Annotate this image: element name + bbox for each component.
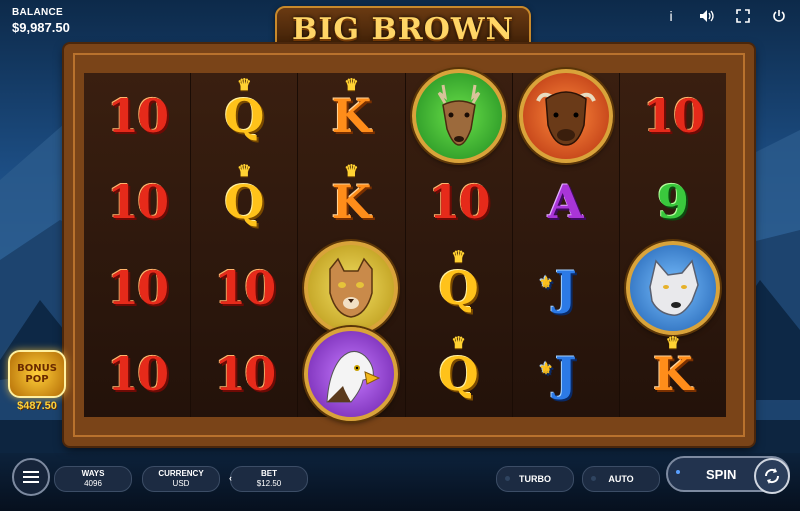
refresh-icon xyxy=(764,468,780,484)
symbol-10: 10 xyxy=(428,175,491,229)
symbol-deer xyxy=(406,69,512,163)
reel-2: ♛ Q ♛ Q 10 10 xyxy=(191,73,299,417)
crown-icon: ♛ xyxy=(665,333,681,352)
reel-grid: 10 10 10 10 ♛ Q ♛ Q 10 10 ♛ K ♛ K 10 ♛ Q… xyxy=(84,69,727,421)
symbol-cougar xyxy=(298,241,404,335)
crown-icon: ♛ xyxy=(237,75,252,94)
ways-label: WAYS xyxy=(81,469,105,478)
balance-label: BALANCE xyxy=(12,7,63,18)
symbol-10: 10 xyxy=(107,347,169,401)
bet-value: $12.50 xyxy=(256,479,282,488)
reel-1: 10 10 10 10 xyxy=(84,73,192,417)
bonus-pop-badge: BONUS POP xyxy=(8,350,66,398)
crown-icon: ♛ xyxy=(237,161,252,180)
spin-circle-button[interactable] xyxy=(754,458,790,494)
reel-5: A ⚜ J ⚜ J xyxy=(512,69,620,417)
bet-selector[interactable]: ‹ BET $12.50 xyxy=(229,466,308,492)
reel-6: 10 9 ♛ K xyxy=(619,73,727,417)
turbo-toggle[interactable]: TURBO xyxy=(496,466,574,492)
reel-4: 10 ♛ Q ♛ Q xyxy=(405,69,513,417)
reel-3: ♛ K ♛ K xyxy=(298,73,406,421)
power-icon[interactable] xyxy=(768,5,790,27)
symbol-wolf xyxy=(620,241,726,335)
symbol-eagle xyxy=(298,327,404,421)
crown-icon: ♛ xyxy=(344,75,359,94)
symbol-10: 10 xyxy=(107,175,169,229)
crown-icon: ♛ xyxy=(344,161,359,180)
spin-label: SPIN xyxy=(706,466,737,482)
symbol-bison xyxy=(513,69,619,163)
symbol-q: ♛ Q xyxy=(438,247,479,315)
chevron-left-icon[interactable]: ‹ xyxy=(229,473,232,483)
top-icons: i xyxy=(660,5,790,27)
auto-label: AUTO xyxy=(608,474,634,484)
symbol-j: ⚜ J xyxy=(538,261,577,315)
ways-value: 4096 xyxy=(84,479,102,488)
symbol-9: 9 xyxy=(656,175,689,229)
symbol-10: 10 xyxy=(107,89,169,143)
currency-value: USD xyxy=(172,479,190,488)
bonus-line-1: BONUS xyxy=(17,363,57,374)
cougar-icon xyxy=(304,241,399,335)
symbol-10: 10 xyxy=(214,347,276,401)
menu-button[interactable] xyxy=(12,458,50,496)
currency-label: CURRENCY xyxy=(158,469,204,478)
symbol-10: 10 xyxy=(214,261,276,315)
symbol-j: ⚜ J xyxy=(538,347,577,401)
symbol-k: ♛ K xyxy=(331,75,372,143)
symbol-k: ♛ K xyxy=(331,161,372,229)
wolf-icon xyxy=(625,241,720,335)
toggle-indicator xyxy=(591,476,596,481)
symbol-q: ♛ Q xyxy=(438,333,479,401)
spin-indicator xyxy=(676,470,680,474)
sound-icon[interactable] xyxy=(696,5,718,27)
symbol-10: 10 xyxy=(107,261,169,315)
crown-icon: ♛ xyxy=(451,333,466,352)
symbol-k: ♛ K xyxy=(652,333,693,401)
deer-icon xyxy=(411,69,506,163)
symbol-q: ♛ Q xyxy=(224,161,265,229)
bet-label: BET xyxy=(261,469,277,478)
symbol-q: ♛ Q xyxy=(224,75,265,143)
info-icon[interactable]: i xyxy=(660,5,682,27)
fleur-de-lis-icon: ⚜ xyxy=(538,273,554,292)
hamburger-icon xyxy=(23,471,39,483)
auto-spin-button[interactable]: AUTO xyxy=(582,466,660,492)
balance-value: $9,987.50 xyxy=(12,20,70,35)
ways-display: WAYS 4096 xyxy=(54,466,132,492)
bonus-pop-meter: BONUS POP $487.50 xyxy=(8,350,66,420)
bison-icon xyxy=(518,69,613,163)
crown-icon: ♛ xyxy=(451,247,466,266)
toggle-indicator xyxy=(505,476,510,481)
turbo-label: TURBO xyxy=(519,474,551,484)
currency-selector[interactable]: CURRENCY USD xyxy=(142,466,220,492)
fleur-de-lis-icon: ⚜ xyxy=(538,359,554,378)
eagle-icon xyxy=(304,327,399,421)
bonus-line-2: POP xyxy=(25,374,49,385)
symbol-a: A xyxy=(547,175,584,229)
bonus-pop-value: $487.50 xyxy=(17,400,57,412)
game-title: BIG BROWN xyxy=(292,11,514,47)
symbol-10: 10 xyxy=(642,89,705,143)
reel-frame: 10 10 10 10 ♛ Q ♛ Q 10 10 ♛ K ♛ K 10 ♛ Q… xyxy=(64,44,754,446)
fullscreen-icon[interactable] xyxy=(732,5,754,27)
